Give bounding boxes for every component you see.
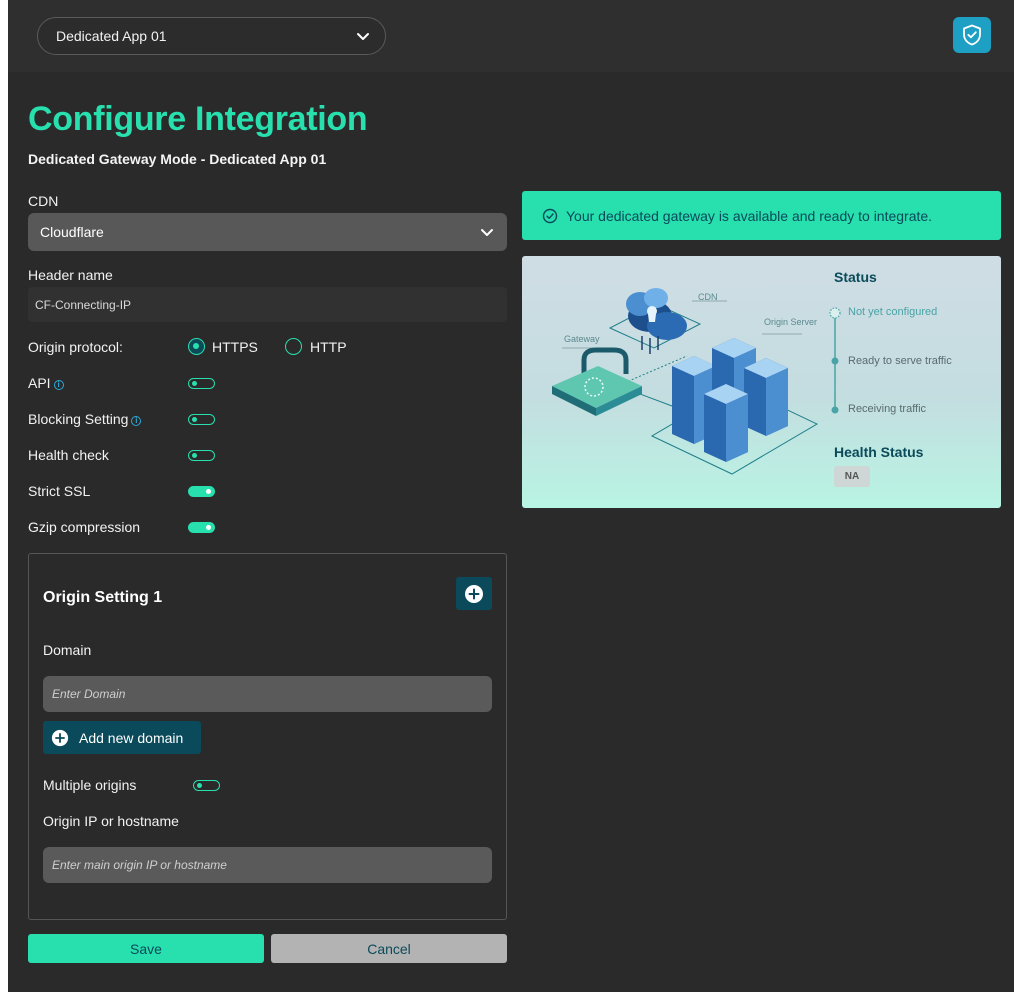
info-icon[interactable]: i — [131, 416, 142, 426]
plus-circle-icon — [51, 729, 69, 746]
header-name-value: CF-Connecting-IP — [35, 297, 132, 312]
add-domain-label: Add new domain — [79, 729, 184, 746]
toggle-strict-ssl[interactable] — [188, 486, 215, 497]
availability-banner: Your dedicated gateway is available and … — [522, 191, 1001, 240]
radio-http[interactable] — [285, 338, 302, 355]
status-step-not-configured: Not yet configured — [848, 306, 938, 318]
check-circle-icon — [542, 208, 558, 223]
app-selector[interactable]: Dedicated App 01 — [37, 17, 386, 55]
diagram-label-origin-server: Origin Server — [764, 317, 818, 327]
api-label-text: API — [28, 375, 51, 391]
toggle-label-blocking-setting: Blocking Setting i — [28, 411, 142, 427]
toggle-api[interactable] — [188, 378, 215, 389]
toggle-knob — [206, 488, 211, 494]
multiple-origins-label: Multiple origins — [43, 777, 137, 793]
page-title: Configure Integration — [28, 100, 368, 138]
blocking-setting-label-text: Blocking Setting — [28, 411, 129, 427]
origin-setting-title: Origin Setting 1 — [43, 589, 163, 606]
toggle-knob — [197, 782, 202, 788]
toggle-label-api: API i — [28, 375, 64, 391]
status-card: CDN Gateway Origin Server Status Not yet… — [522, 256, 1001, 508]
gateway-diagram-illustration — [552, 288, 819, 475]
origin-ip-label: Origin IP or hostname — [43, 813, 179, 829]
radio-http-label: HTTP — [310, 339, 347, 355]
status-step-receiving: Receiving traffic — [848, 403, 927, 415]
app-frame: Dedicated App 01 Configure Integration D… — [8, 0, 1014, 992]
plus-circle-icon — [465, 584, 483, 603]
cdn-select[interactable]: Cloudflare — [28, 213, 507, 251]
domain-input[interactable]: Enter Domain — [43, 676, 492, 712]
toggle-knob — [192, 416, 197, 422]
health-status-badge: NA — [834, 466, 870, 487]
page-subtitle: Dedicated Gateway Mode - Dedicated App 0… — [28, 151, 327, 167]
cdn-select-value: Cloudflare — [40, 224, 104, 240]
toggle-label-gzip-compression: Gzip compression — [28, 519, 141, 535]
domain-label: Domain — [43, 642, 92, 658]
server-rack-icon — [672, 338, 788, 462]
cdn-label: CDN — [28, 193, 59, 209]
top-bar: Dedicated App 01 — [8, 0, 1014, 72]
toggle-knob — [192, 380, 197, 386]
diagram-label-gateway: Gateway — [564, 334, 600, 344]
status-timeline — [829, 307, 841, 414]
toggle-blocking-setting[interactable] — [188, 414, 215, 425]
padlock-icon — [552, 347, 642, 416]
toggle-knob — [192, 452, 197, 458]
banner-text: Your dedicated gateway is available and … — [566, 207, 933, 224]
toggle-label-health-check: Health check — [28, 447, 109, 463]
diagram-label-cdn: CDN — [698, 292, 718, 302]
origin-protocol-label: Origin protocol: — [28, 339, 123, 355]
origin-ip-input[interactable]: Enter main origin IP or hostname — [43, 847, 492, 883]
shield-check-icon — [963, 24, 981, 46]
chevron-down-icon — [357, 33, 369, 40]
origin-setting-panel: Origin Setting 1 Domain Enter Domain Add… — [28, 553, 507, 920]
chevron-down-icon — [481, 229, 493, 236]
domain-placeholder: Enter Domain — [52, 687, 126, 701]
toggle-gzip-compression[interactable] — [188, 522, 215, 533]
info-icon[interactable]: i — [53, 380, 64, 390]
health-status-title: Health Status — [834, 444, 924, 460]
status-title: Status — [834, 269, 877, 285]
origin-ip-placeholder: Enter main origin IP or hostname — [52, 858, 227, 872]
save-button[interactable]: Save — [28, 934, 264, 963]
toggle-label-strict-ssl: Strict SSL — [28, 483, 91, 499]
toggle-multiple-origins[interactable] — [193, 780, 220, 791]
radio-https[interactable] — [188, 338, 205, 355]
shield-button[interactable] — [953, 17, 991, 53]
app-selector-value: Dedicated App 01 — [56, 28, 167, 44]
toggle-knob — [206, 524, 211, 530]
header-name-input[interactable]: CF-Connecting-IP — [28, 287, 507, 322]
radio-https-label: HTTPS — [212, 339, 258, 355]
status-step-ready: Ready to serve traffic — [848, 355, 952, 367]
toggle-health-check[interactable] — [188, 450, 215, 461]
add-origin-button[interactable] — [456, 577, 492, 610]
add-domain-button[interactable]: Add new domain — [43, 721, 201, 754]
header-name-label: Header name — [28, 267, 113, 283]
cancel-button[interactable]: Cancel — [271, 934, 507, 963]
